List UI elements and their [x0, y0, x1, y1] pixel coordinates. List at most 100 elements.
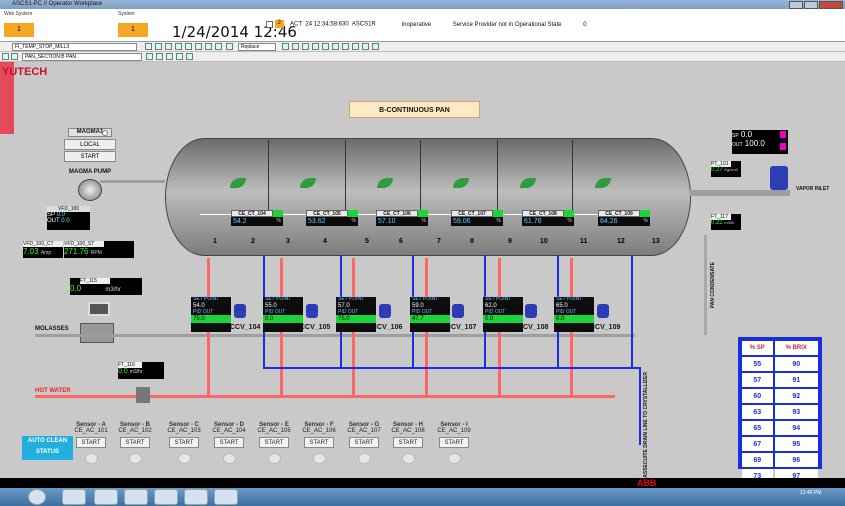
- event-icon[interactable]: [205, 43, 212, 50]
- back-icon[interactable]: [2, 53, 9, 60]
- sensor-panel: Sensor - D CE_AC_104 START: [207, 422, 251, 464]
- info-icon[interactable]: [332, 43, 339, 50]
- minimize-button[interactable]: [789, 1, 803, 9]
- table-row: 69 96: [742, 453, 818, 467]
- taskbar-app-icon[interactable]: [94, 489, 118, 505]
- system-box[interactable]: System 1: [118, 11, 153, 39]
- sensor-start-button[interactable]: START: [214, 437, 244, 448]
- pid-out-value[interactable]: 75.0: [191, 315, 231, 323]
- pin-icon[interactable]: [186, 53, 193, 60]
- sensor-start-button[interactable]: START: [120, 437, 150, 448]
- pid-block[interactable]: SET POINT 55.0 PID OUT 0.0: [263, 297, 303, 332]
- object-combo[interactable]: FI_TEMP_STOP_MILL3: [12, 43, 137, 51]
- status-indicator: [640, 210, 650, 217]
- taskbar-app-icon[interactable]: [184, 489, 208, 505]
- control-valve-icon[interactable]: [525, 304, 537, 318]
- forward-icon[interactable]: [11, 53, 18, 60]
- current-tag[interactable]: CE_CT_105 53.62%: [306, 210, 358, 227]
- sensor-start-button[interactable]: START: [169, 437, 199, 448]
- vfd-st-display[interactable]: VFD_100_ST 271.76 RPM: [64, 241, 134, 258]
- pid-out-value[interactable]: 47.7: [410, 315, 450, 323]
- pump-pipe: [100, 180, 165, 183]
- molasses-meter-icon[interactable]: [80, 323, 114, 343]
- sensor-start-button[interactable]: START: [393, 437, 423, 448]
- pid-block[interactable]: SET POINT 62.0 PID OUT 0.0: [483, 297, 523, 332]
- grid-icon[interactable]: [155, 43, 162, 50]
- replace-combo[interactable]: Replace: [238, 43, 276, 51]
- current-tag[interactable]: CE_CT_104 54.2%: [231, 210, 283, 227]
- phone-icon[interactable]: [362, 43, 369, 50]
- pid-out-value[interactable]: 75.0: [336, 315, 376, 323]
- control-valve-icon[interactable]: [452, 304, 464, 318]
- pid-block[interactable]: SET POINT 54.0 PID OUT 75.0: [191, 297, 231, 332]
- trend-icon[interactable]: [185, 43, 192, 50]
- sensor-start-button[interactable]: START: [259, 437, 289, 448]
- control-valve-icon[interactable]: [597, 304, 609, 318]
- vfd-100-display[interactable]: VFD_100 SP 0.0 OUT 0.0: [47, 206, 90, 230]
- web-system-box[interactable]: Web System 1: [4, 11, 39, 39]
- pid-block[interactable]: SET POINT 59.0 PID OUT 47.7: [410, 297, 450, 332]
- brix-header-brix: % BRIX: [774, 341, 818, 355]
- window-icon[interactable]: [165, 43, 172, 50]
- pid-out-value[interactable]: 0.0: [483, 315, 523, 323]
- print-icon[interactable]: [302, 43, 309, 50]
- close-button[interactable]: [819, 1, 843, 9]
- nav-icon[interactable]: [145, 43, 152, 50]
- local-button[interactable]: LOCAL: [64, 139, 116, 150]
- flow-meter-icon[interactable]: [88, 302, 110, 316]
- hot-water-valve-icon[interactable]: [136, 387, 150, 403]
- sensor-start-button[interactable]: START: [76, 437, 106, 448]
- ft117-display[interactable]: FT_117 0.22 m3/hr: [711, 214, 741, 230]
- current-tag[interactable]: CE_CT_106 57.10%: [376, 210, 428, 227]
- sensor-start-button[interactable]: START: [304, 437, 334, 448]
- sensor-start-button[interactable]: START: [349, 437, 379, 448]
- save-icon[interactable]: [282, 43, 289, 50]
- sensor-start-button[interactable]: START: [439, 437, 469, 448]
- star-icon[interactable]: [292, 43, 299, 50]
- taskbar-app-icon[interactable]: [62, 489, 86, 505]
- tools-icon[interactable]: [226, 43, 233, 50]
- pid-block[interactable]: SET POINT 57.0 PID OUT 75.0: [336, 297, 376, 332]
- list-icon[interactable]: [352, 43, 359, 50]
- pt101-display[interactable]: PT_101 0.27 Kg/cm2: [711, 161, 741, 177]
- status-indicator: [564, 210, 574, 217]
- link-icon[interactable]: [156, 53, 163, 60]
- tree-icon[interactable]: [312, 43, 319, 50]
- alarm-line[interactable]: 2 ACT 24 12:34:58:630 ASCS1R Inoperative…: [266, 20, 587, 28]
- vapor-valve-icon[interactable]: [770, 166, 788, 190]
- taskbar-app-icon[interactable]: [124, 489, 148, 505]
- layout-icon[interactable]: [166, 53, 173, 60]
- pid-out-value[interactable]: 0.0: [554, 315, 594, 323]
- pid-block[interactable]: SET POINT 65.0 PID OUT 0.0: [554, 297, 594, 332]
- start-orb-icon[interactable]: [28, 489, 46, 505]
- search-icon[interactable]: [175, 43, 182, 50]
- current-tag[interactable]: CE_CT_107 59.06%: [451, 210, 503, 227]
- sensor-tag: CE_AC_106: [302, 428, 336, 434]
- control-valve-icon[interactable]: [306, 304, 318, 318]
- refresh-icon[interactable]: [146, 53, 153, 60]
- current-tag-name: CE_CT_104: [231, 210, 273, 217]
- help-icon[interactable]: [322, 43, 329, 50]
- alarm-icon[interactable]: [195, 43, 202, 50]
- doc-icon[interactable]: [176, 53, 183, 60]
- ack-checkbox[interactable]: [266, 20, 273, 28]
- section-combo[interactable]: PAN_SECTION:B PAN: [22, 53, 142, 61]
- graph-icon[interactable]: [372, 43, 379, 50]
- control-valve-icon[interactable]: [379, 304, 391, 318]
- screen-icon[interactable]: [342, 43, 349, 50]
- magma-pump-icon[interactable]: [78, 179, 102, 201]
- current-tag[interactable]: CE_CT_109 64.26%: [598, 210, 650, 227]
- magma-start-button[interactable]: START: [64, 151, 116, 162]
- maximize-button[interactable]: [804, 1, 818, 9]
- control-valve-icon[interactable]: [234, 304, 246, 318]
- vfd-ct-display[interactable]: VFD_100_CT 7.03 Amp: [23, 241, 63, 258]
- compartment-number: 1: [213, 238, 217, 245]
- status-indicator: [493, 210, 503, 217]
- taskbar-app-icon[interactable]: [154, 489, 178, 505]
- faceplate-icon[interactable]: [215, 43, 222, 50]
- current-tag[interactable]: CE_CT_108 61.76%: [522, 210, 574, 227]
- pid-out-value[interactable]: 0.0: [263, 315, 303, 323]
- ft116-display[interactable]: FT_116 0.0 m3/hr: [118, 362, 164, 379]
- ft115-display[interactable]: FT_115 0.0 m3/hr: [70, 278, 142, 295]
- taskbar-app-icon[interactable]: [214, 489, 238, 505]
